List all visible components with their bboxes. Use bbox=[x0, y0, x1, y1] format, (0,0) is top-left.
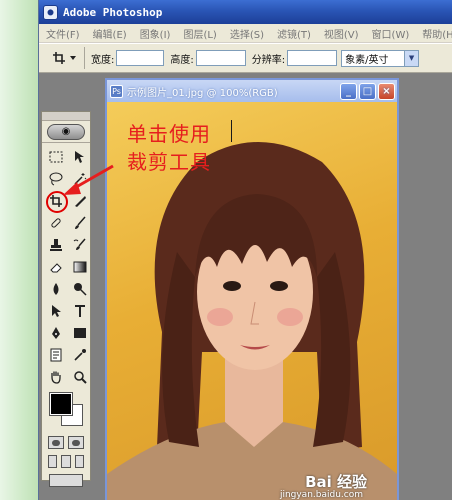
annotation-arrow-icon bbox=[63, 164, 114, 195]
jump-to-imageready-button[interactable] bbox=[49, 474, 83, 487]
pen-icon[interactable] bbox=[45, 323, 67, 343]
menu-view[interactable]: 视图(V) bbox=[317, 26, 365, 41]
photoshop-window: ● Adobe Photoshop 文件(F) 编辑(E) 图象(I) 图层(L… bbox=[38, 0, 452, 500]
menu-bar: 文件(F) 编辑(E) 图象(I) 图层(L) 选择(S) 滤镜(T) 视图(V… bbox=[39, 24, 452, 43]
color-swatches bbox=[48, 391, 90, 433]
watermark-url: jingyan.baidu.com bbox=[279, 490, 363, 500]
text-cursor bbox=[231, 120, 232, 142]
standard-screen-button[interactable] bbox=[48, 455, 58, 468]
app-titlebar: ● Adobe Photoshop bbox=[39, 0, 452, 24]
brush-icon[interactable] bbox=[69, 213, 91, 233]
quick-mask-icon bbox=[72, 439, 80, 446]
maximize-button[interactable]: □ bbox=[359, 82, 376, 100]
height-label: 高度: bbox=[170, 54, 194, 66]
document-title: 示例图片_01.jpg @ 100%(RGB) bbox=[127, 87, 278, 99]
crop-icon bbox=[52, 52, 76, 64]
annotation-line-2: 裁剪工具 bbox=[127, 150, 211, 174]
menu-select[interactable]: 选择(S) bbox=[223, 26, 270, 41]
standard-mode-button[interactable] bbox=[48, 436, 64, 449]
units-selected: 象素/英寸 bbox=[345, 54, 389, 66]
options-bar: 宽度: 高度: 分辨率: 象素/英寸 ▼ bbox=[39, 43, 452, 73]
photoshop-eye-icon: ◉ bbox=[47, 123, 85, 140]
document-window: Ps 示例图片_01.jpg @ 100%(RGB) _ □ × 单击使用 裁剪… bbox=[105, 78, 399, 500]
path-selection-icon[interactable] bbox=[45, 301, 67, 321]
eyedropper-icon[interactable] bbox=[69, 345, 91, 365]
clone-stamp-icon[interactable] bbox=[45, 235, 67, 255]
menu-edit[interactable]: 编辑(E) bbox=[86, 26, 133, 41]
width-input[interactable] bbox=[116, 50, 165, 66]
foreground-color-swatch[interactable] bbox=[49, 392, 73, 416]
app-title: Adobe Photoshop bbox=[63, 5, 163, 19]
document-icon: Ps bbox=[110, 84, 123, 98]
toolbox-grip[interactable] bbox=[42, 112, 90, 121]
width-label: 宽度: bbox=[91, 54, 115, 66]
quick-mask-button[interactable] bbox=[68, 436, 84, 449]
rectangle-icon[interactable] bbox=[69, 323, 91, 343]
image-canvas[interactable]: 单击使用 裁剪工具 Bai 经验 jingyan.baidu.com bbox=[107, 102, 397, 500]
height-input[interactable] bbox=[195, 50, 246, 66]
resolution-label: 分辨率: bbox=[251, 54, 286, 66]
baidu-watermark: Bai 经验 bbox=[305, 471, 367, 492]
healing-brush-icon[interactable] bbox=[45, 213, 67, 233]
eraser-icon[interactable] bbox=[45, 257, 67, 277]
photoshop-eye-icon: ● bbox=[43, 4, 58, 20]
toolbox-logo[interactable]: ◉ bbox=[42, 121, 90, 143]
close-button[interactable]: × bbox=[378, 82, 395, 100]
history-brush-icon[interactable] bbox=[69, 235, 91, 255]
menu-image[interactable]: 图象(I) bbox=[133, 26, 177, 41]
document-titlebar[interactable]: Ps 示例图片_01.jpg @ 100%(RGB) _ □ × bbox=[107, 80, 397, 102]
watermark-brand: Bai 经验 bbox=[305, 473, 367, 491]
chevron-down-icon: ▼ bbox=[404, 50, 419, 66]
full-screen-button[interactable] bbox=[74, 455, 84, 468]
minimize-button[interactable]: _ bbox=[340, 82, 357, 100]
resolution-units-select[interactable]: 象素/英寸 ▼ bbox=[341, 49, 420, 67]
menu-file[interactable]: 文件(F) bbox=[39, 26, 86, 41]
tool-preset-picker[interactable] bbox=[45, 47, 85, 69]
zoom-icon[interactable] bbox=[69, 367, 91, 387]
menu-layer[interactable]: 图层(L) bbox=[176, 26, 222, 41]
resolution-input[interactable] bbox=[287, 50, 338, 66]
standard-mode-icon bbox=[52, 439, 60, 446]
desktop-background bbox=[0, 0, 38, 500]
full-screen-menu-button[interactable] bbox=[61, 455, 71, 468]
gradient-icon[interactable] bbox=[69, 257, 91, 277]
hand-icon[interactable] bbox=[45, 367, 67, 387]
annotation-line-1: 单击使用 bbox=[127, 122, 211, 146]
type-icon[interactable] bbox=[69, 301, 91, 321]
blur-icon[interactable] bbox=[45, 279, 67, 299]
menu-window[interactable]: 窗口(W) bbox=[365, 26, 416, 41]
dodge-icon[interactable] bbox=[69, 279, 91, 299]
notes-icon[interactable] bbox=[45, 345, 67, 365]
menu-help[interactable]: 帮助(H) bbox=[415, 26, 452, 41]
menu-filter[interactable]: 滤镜(T) bbox=[270, 26, 317, 41]
